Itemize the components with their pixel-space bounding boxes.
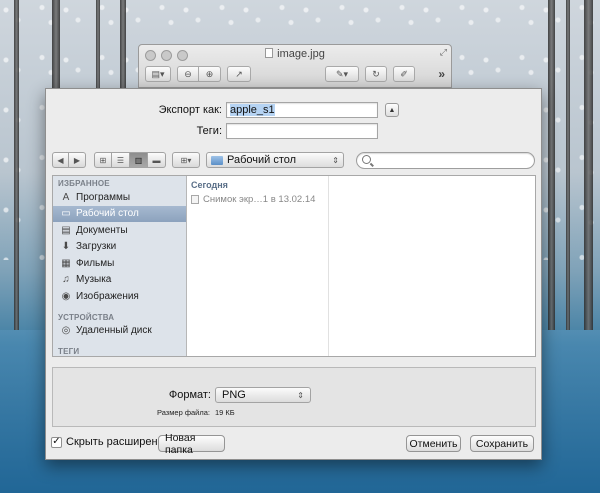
fullscreen-icon[interactable]: ⤢ xyxy=(440,47,447,58)
sidebar-item-desktop[interactable]: ▭ Рабочий стол xyxy=(53,205,186,222)
disc-icon: ◎ xyxy=(61,325,71,337)
zoom-out-icon[interactable]: ⊖ xyxy=(177,66,199,82)
cancel-button[interactable]: Отменить xyxy=(406,435,461,452)
sidebar-item-remote-disc[interactable]: ◎ Удаленный диск xyxy=(53,323,186,340)
column-view-button[interactable]: ▥ xyxy=(130,152,148,168)
filesize-label: Размер файла: xyxy=(156,408,210,417)
search-field[interactable] xyxy=(356,151,535,169)
tags-field[interactable] xyxy=(226,123,378,139)
sidebar-item-downloads[interactable]: ⬇ Загрузки xyxy=(53,239,186,256)
chevron-updown-icon: ⇕ xyxy=(297,390,304,400)
column-header: Сегодня xyxy=(191,180,228,190)
format-label: Формат: xyxy=(168,389,211,401)
filesize-value: 19 КБ xyxy=(215,408,235,417)
documents-icon: ▤ xyxy=(61,224,71,236)
file-browser: ИЗБРАННОЕ A Программы ▭ Рабочий стол ▤ Д… xyxy=(52,175,536,357)
browser-column: Сегодня Снимок экр…1 в 13.02.14 xyxy=(187,176,329,356)
new-folder-row: Новая папка xyxy=(158,432,225,456)
applications-icon: A xyxy=(62,191,70,203)
downloads-icon: ⬇ xyxy=(61,241,71,253)
folder-icon xyxy=(211,155,223,165)
sidebar-item-documents[interactable]: ▤ Документы xyxy=(53,222,186,239)
sidebar-item-pictures[interactable]: ◉ Изображения xyxy=(53,288,186,305)
favorites-header: ИЗБРАННОЕ xyxy=(58,179,110,188)
chevron-updown-icon: ⇕ xyxy=(332,155,339,165)
sidebar-item-applications[interactable]: A Программы xyxy=(53,189,186,206)
more-toolbar-icon[interactable]: » xyxy=(438,67,445,81)
document-icon xyxy=(265,48,274,58)
hide-extension-row: ✓ Скрыть расширение xyxy=(51,436,170,448)
sidebar: ИЗБРАННОЕ A Программы ▭ Рабочий стол ▤ Д… xyxy=(53,176,187,356)
arrange-menu-button[interactable]: ⊞▾ xyxy=(172,152,200,168)
location-popup[interactable]: Рабочий стол ⇕ xyxy=(206,152,344,168)
list-view-button[interactable]: ☰ xyxy=(112,152,130,168)
browser-column-empty xyxy=(329,176,535,356)
image-file-icon xyxy=(191,195,199,204)
format-popup[interactable]: PNG ⇕ xyxy=(215,387,311,403)
save-row: Сохранить xyxy=(470,435,534,452)
sidebar-item-movies[interactable]: ▦ Фильмы xyxy=(53,255,186,272)
search-icon xyxy=(362,154,371,164)
coverflow-view-button[interactable]: ▬ xyxy=(148,152,166,168)
markup-icon[interactable]: ✐ xyxy=(393,66,415,82)
back-button[interactable]: ◀ xyxy=(52,152,69,168)
camera-icon: ◉ xyxy=(61,290,71,302)
export-sheet: Экспорт как: apple_s1 ▲ Теги: ◀ ▶ ⊞ ☰ ▥ … xyxy=(45,88,542,460)
hide-extension-label: Скрыть расширение xyxy=(66,436,170,448)
rotate-icon[interactable]: ↻ xyxy=(365,66,387,82)
filename-field[interactable]: apple_s1 xyxy=(226,102,378,118)
new-folder-button[interactable]: Новая папка xyxy=(158,432,225,456)
expand-dialog-button[interactable]: ▲ xyxy=(385,103,399,117)
hide-extension-checkbox[interactable]: ✓ xyxy=(51,436,62,448)
desktop-icon: ▭ xyxy=(61,208,71,220)
window-title: image.jpg xyxy=(139,48,451,60)
cancel-row: Отменить xyxy=(406,435,461,452)
file-item[interactable]: Снимок экр…1 в 13.02.14 xyxy=(187,192,328,207)
zoom-in-icon[interactable]: ⊕ xyxy=(199,66,221,82)
music-icon: ♫ xyxy=(62,274,70,286)
tags-label: Теги: xyxy=(196,125,222,137)
navigation-bar: ◀ ▶ ⊞ ☰ ▥ ▬ ⊞▾ Рабочий стол ⇕ xyxy=(52,151,535,169)
format-row: Формат: PNG ⇕ xyxy=(53,387,311,403)
export-as-label: Экспорт как: xyxy=(158,104,222,116)
preview-toolbar: ▤▾ ⊖ ⊕ ↗ ✎▾ ↻ ✐ » xyxy=(145,65,445,83)
icon-view-button[interactable]: ⊞ xyxy=(94,152,112,168)
preview-window: image.jpg ⤢ ▤▾ ⊖ ⊕ ↗ ✎▾ ↻ ✐ » xyxy=(138,44,452,88)
forward-button[interactable]: ▶ xyxy=(69,152,86,168)
devices-header: УСТРОЙСТВА xyxy=(58,312,115,322)
movies-icon: ▦ xyxy=(61,257,71,269)
tags-header: ТЕГИ xyxy=(58,347,80,356)
export-options: Формат: PNG ⇕ Размер файла: 19 КБ xyxy=(52,367,536,427)
save-button[interactable]: Сохранить xyxy=(470,435,534,452)
filesize-row: Размер файла: 19 КБ xyxy=(53,408,235,417)
sidebar-toggle-button[interactable]: ▤▾ xyxy=(145,66,171,82)
tags-row: Теги: xyxy=(46,123,406,139)
share-icon[interactable]: ↗ xyxy=(227,66,251,82)
export-as-row: Экспорт как: apple_s1 ▲ xyxy=(46,102,406,118)
edit-icon[interactable]: ✎▾ xyxy=(325,66,359,82)
sidebar-item-music[interactable]: ♫ Музыка xyxy=(53,272,186,289)
